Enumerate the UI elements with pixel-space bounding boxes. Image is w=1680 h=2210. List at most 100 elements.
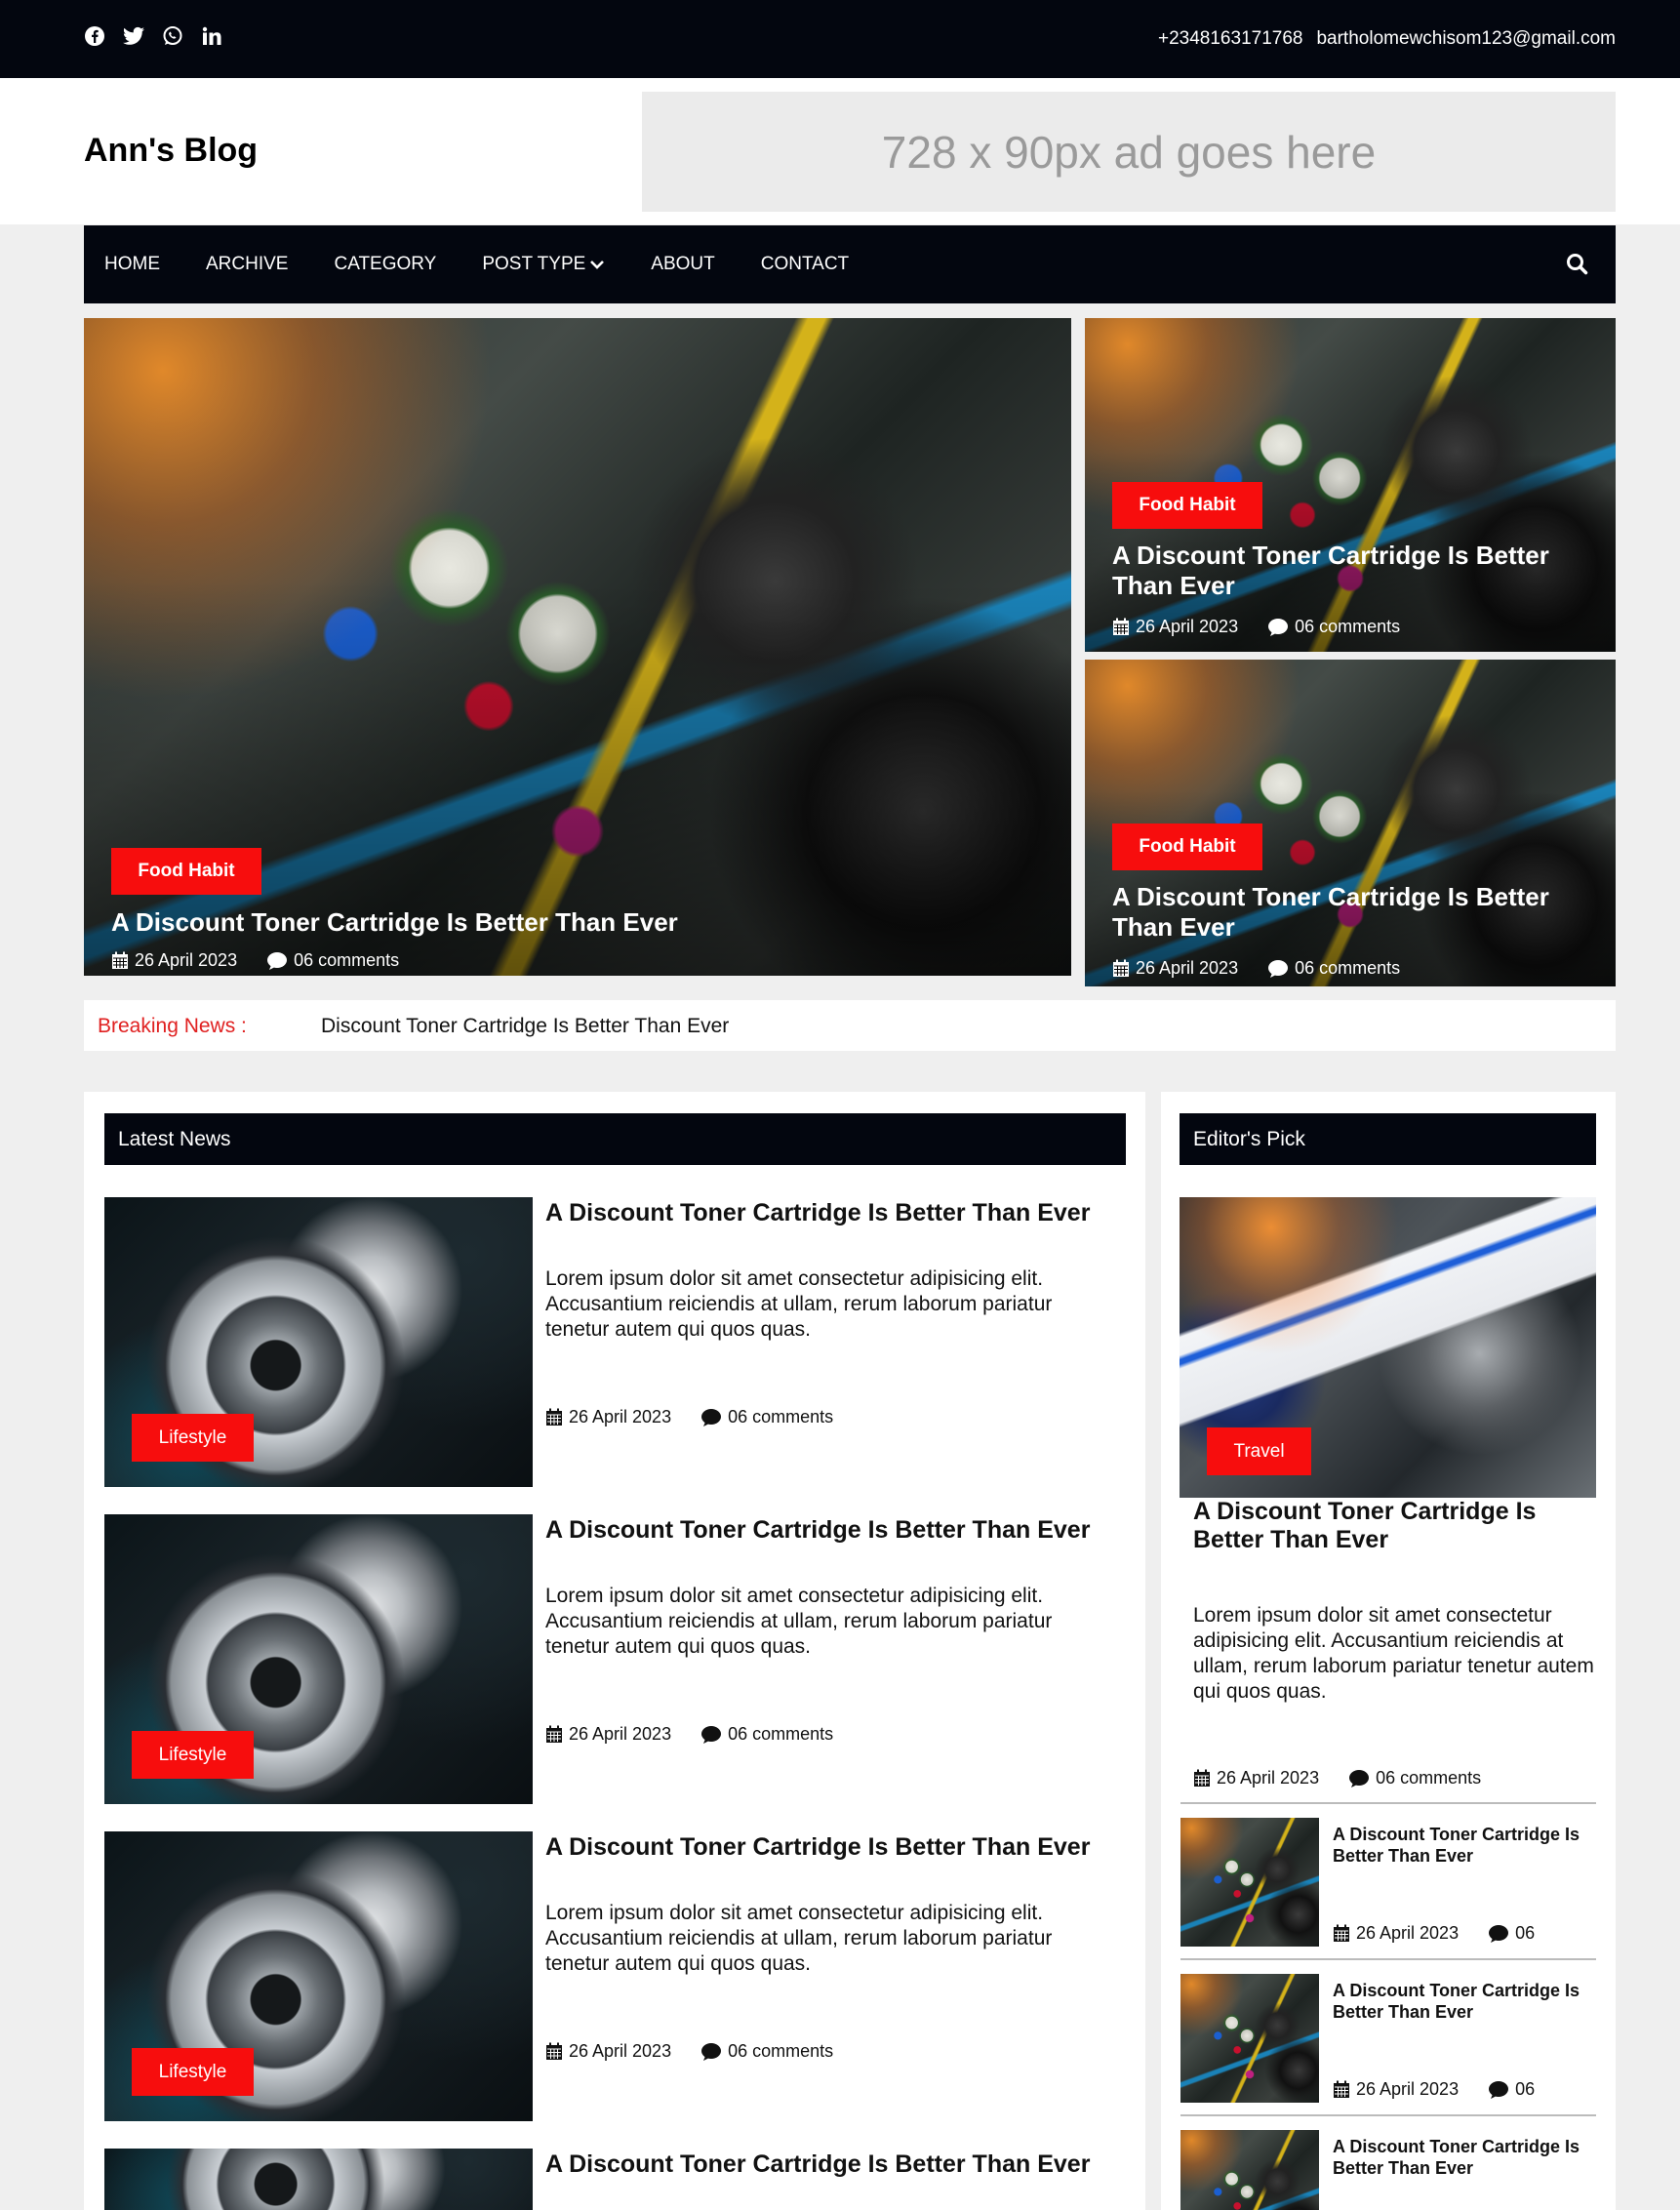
hero-main-title[interactable]: A Discount Toner Cartridge Is Better Tha… [111, 907, 678, 938]
calendar-icon [1113, 959, 1129, 977]
hero-side-title[interactable]: A Discount Toner Cartridge Is Better Tha… [1112, 882, 1600, 943]
comment-icon [1268, 959, 1289, 978]
post-comments[interactable]: 06 comments [1295, 958, 1400, 979]
post-comments[interactable]: 06 comments [1376, 1768, 1481, 1788]
news-thumbnail[interactable] [104, 2149, 533, 2210]
hero-side-post[interactable]: Food Habit A Discount Toner Cartridge Is… [1085, 318, 1616, 652]
category-tag[interactable]: Travel [1207, 1427, 1311, 1475]
main-navigation: HOME ARCHIVE CATEGORY POST TYPE ABOUT CO… [84, 225, 1616, 303]
news-excerpt: Lorem ipsum dolor sit amet consectetur a… [545, 1902, 1053, 1975]
calendar-icon [1194, 1769, 1210, 1787]
news-title[interactable]: A Discount Toner Cartridge Is Better Tha… [545, 2150, 1090, 2179]
calendar-icon [546, 2042, 562, 2060]
nav-item-archive[interactable]: ARCHIVE [206, 254, 288, 275]
news-thumbnail[interactable]: Lifestyle [104, 1831, 533, 2121]
category-tag[interactable]: Food Habit [1112, 824, 1262, 870]
post-comments[interactable]: 06 comments [1295, 617, 1400, 637]
nav-item-post-type-label: POST TYPE [482, 254, 586, 274]
chevron-down-icon [590, 261, 605, 269]
news-thumbnail[interactable]: Lifestyle [104, 1514, 533, 1804]
news-title[interactable]: A Discount Toner Cartridge Is Better Tha… [545, 1199, 1090, 1227]
phone-number[interactable]: +2348163171768 [1158, 28, 1302, 50]
comment-icon [701, 1725, 722, 1744]
twitter-icon[interactable] [123, 25, 144, 47]
category-tag[interactable]: Lifestyle [132, 2048, 254, 2096]
post-date: 26 April 2023 [1217, 1768, 1320, 1788]
post-date: 26 April 2023 [135, 950, 238, 970]
small-title[interactable]: A Discount Toner Cartridge Is Better Tha… [1333, 2136, 1596, 2179]
post-comments[interactable]: 06 comments [294, 950, 399, 971]
post-meta: 26 April 2023 06 comments [1193, 1768, 1481, 1788]
post-comments[interactable]: 06 comments [728, 1407, 833, 1427]
nav-item-about[interactable]: ABOUT [651, 254, 714, 275]
linkedin-icon[interactable] [201, 25, 222, 47]
nav-item-contact[interactable]: CONTACT [761, 254, 849, 275]
hero-main-post[interactable]: Food Habit A Discount Toner Cartridge Is… [84, 318, 1071, 976]
category-tag[interactable]: Lifestyle [132, 1731, 254, 1779]
featured-thumbnail[interactable]: Travel [1180, 1197, 1596, 1498]
hero-side-post[interactable]: Food Habit A Discount Toner Cartridge Is… [1085, 660, 1616, 986]
breaking-news-text[interactable]: Discount Toner Cartridge Is Better Than … [321, 1015, 729, 1038]
post-meta: 26 April 2023 06 comments [1112, 617, 1400, 637]
email-address[interactable]: bartholomewchisom123@gmail.com [1316, 28, 1616, 50]
post-meta: 26 April 2023 06 comments [111, 950, 399, 971]
post-date: 26 April 2023 [1356, 2079, 1460, 2099]
news-excerpt: Lorem ipsum dolor sit amet consectetur a… [545, 1267, 1053, 1341]
facebook-icon[interactable] [84, 25, 105, 47]
post-comments[interactable]: 06 comments [728, 1724, 833, 1745]
calendar-icon [1113, 618, 1129, 635]
nav-item-category[interactable]: CATEGORY [334, 254, 436, 275]
post-date: 26 April 2023 [569, 1724, 672, 1744]
news-title[interactable]: A Discount Toner Cartridge Is Better Tha… [545, 1833, 1090, 1862]
breaking-news-bar: Breaking News : Discount Toner Cartridge… [84, 1000, 1616, 1051]
small-title[interactable]: A Discount Toner Cartridge Is Better Tha… [1333, 1980, 1596, 2023]
small-thumbnail[interactable] [1180, 1974, 1319, 2103]
whatsapp-icon[interactable] [162, 25, 183, 47]
post-comments[interactable]: 06 comments [728, 2041, 833, 2062]
comment-icon [1268, 618, 1289, 636]
small-title[interactable]: A Discount Toner Cartridge Is Better Tha… [1333, 1824, 1596, 1867]
featured-title[interactable]: A Discount Toner Cartridge Is Better Tha… [1193, 1498, 1603, 1554]
post-date: 26 April 2023 [1136, 617, 1239, 636]
site-header: Ann's Blog 728 x 90px ad goes here [0, 78, 1680, 224]
ad-banner[interactable]: 728 x 90px ad goes here [642, 92, 1616, 212]
small-thumbnail[interactable] [1180, 2130, 1319, 2210]
list-item[interactable]: A Discount Toner Cartridge Is Better Tha… [1180, 1974, 1596, 2103]
post-date: 26 April 2023 [1356, 1923, 1460, 1943]
latest-news-section: Latest News Lifestyle A Discount Toner C… [84, 1092, 1145, 2210]
comment-icon [701, 2042, 722, 2061]
category-tag[interactable]: Food Habit [1112, 482, 1262, 529]
nav-item-post-type[interactable]: POST TYPE [482, 254, 605, 275]
section-heading: Latest News [104, 1113, 1126, 1165]
nav-item-home[interactable]: HOME [104, 254, 160, 275]
post-meta: 26 April 2023 06 comments [545, 1407, 833, 1427]
list-item[interactable]: A Discount Toner Cartridge Is Better Tha… [1180, 2130, 1596, 2210]
category-tag[interactable]: Food Habit [111, 848, 261, 895]
search-icon[interactable] [1565, 252, 1590, 277]
site-logo[interactable]: Ann's Blog [84, 132, 258, 170]
comment-icon [701, 1408, 722, 1426]
post-comments[interactable]: 06 [1515, 2079, 1535, 2100]
news-title[interactable]: A Discount Toner Cartridge Is Better Tha… [545, 1516, 1090, 1545]
divider [1180, 1958, 1596, 1960]
post-meta: 26 April 2023 06 [1333, 2079, 1535, 2100]
calendar-icon [1334, 2080, 1349, 2098]
comment-icon [1489, 1924, 1509, 1943]
contact-info: +2348163171768 bartholomewchisom123@gmai… [1158, 28, 1616, 50]
breaking-news-label: Breaking News : [98, 1015, 247, 1037]
top-bar: +2348163171768 bartholomewchisom123@gmai… [0, 0, 1680, 78]
post-meta: 26 April 2023 06 comments [545, 1724, 833, 1745]
post-date: 26 April 2023 [569, 1407, 672, 1426]
post-meta: 26 April 2023 06 comments [545, 2041, 833, 2062]
hero-side-title[interactable]: A Discount Toner Cartridge Is Better Tha… [1112, 541, 1600, 601]
post-date: 26 April 2023 [1136, 958, 1239, 978]
post-date: 26 April 2023 [569, 2041, 672, 2061]
list-item[interactable]: A Discount Toner Cartridge Is Better Tha… [1180, 1818, 1596, 1947]
featured-excerpt: Lorem ipsum dolor sit amet consectetur a… [1193, 1604, 1594, 1703]
small-thumbnail[interactable] [1180, 1818, 1319, 1947]
post-comments[interactable]: 06 [1515, 1923, 1535, 1944]
news-thumbnail[interactable]: Lifestyle [104, 1197, 533, 1487]
section-heading: Editor's Pick [1180, 1113, 1596, 1165]
category-tag[interactable]: Lifestyle [132, 1414, 254, 1462]
calendar-icon [546, 1408, 562, 1426]
